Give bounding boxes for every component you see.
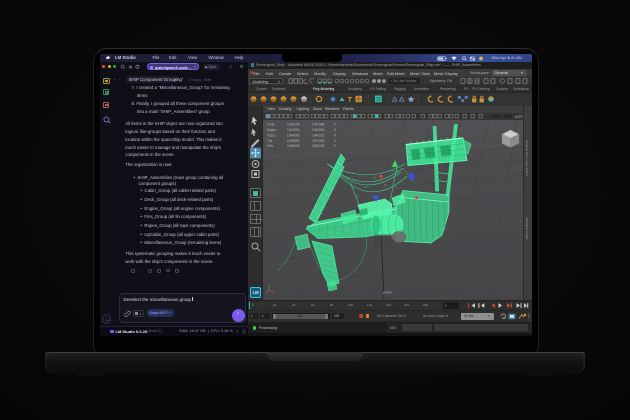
svg-text:1093863: 1093863 bbox=[287, 138, 300, 142]
svg-text:1097203: 1097203 bbox=[312, 138, 325, 142]
svg-text:1043145: 1043145 bbox=[287, 122, 300, 126]
svg-text:0: 0 bbox=[334, 128, 336, 132]
svg-text:Tris: Tris bbox=[267, 138, 273, 142]
svg-text:1065205: 1065205 bbox=[312, 144, 325, 148]
svg-text:Faces: Faces bbox=[267, 133, 276, 137]
svg-text:1062991: 1062991 bbox=[312, 128, 325, 132]
svg-text:1068635: 1068635 bbox=[287, 144, 300, 148]
svg-text:0: 0 bbox=[334, 122, 336, 126]
svg-text:UVs: UVs bbox=[267, 144, 273, 148]
svg-text:T: T bbox=[348, 95, 353, 104]
svg-text:Edges: Edges bbox=[267, 128, 276, 132]
svg-text:0: 0 bbox=[334, 144, 336, 148]
svg-text:0: 0 bbox=[334, 133, 336, 137]
svg-text:1061993: 1061993 bbox=[287, 128, 300, 132]
svg-text:0: 0 bbox=[334, 138, 336, 142]
svg-text:persp: persp bbox=[383, 290, 392, 294]
svg-text:1047585: 1047585 bbox=[312, 122, 325, 126]
svg-text:1044043: 1044043 bbox=[287, 133, 300, 137]
svg-text:Verts: Verts bbox=[267, 122, 275, 126]
svg-text:1047202: 1047202 bbox=[312, 133, 325, 137]
